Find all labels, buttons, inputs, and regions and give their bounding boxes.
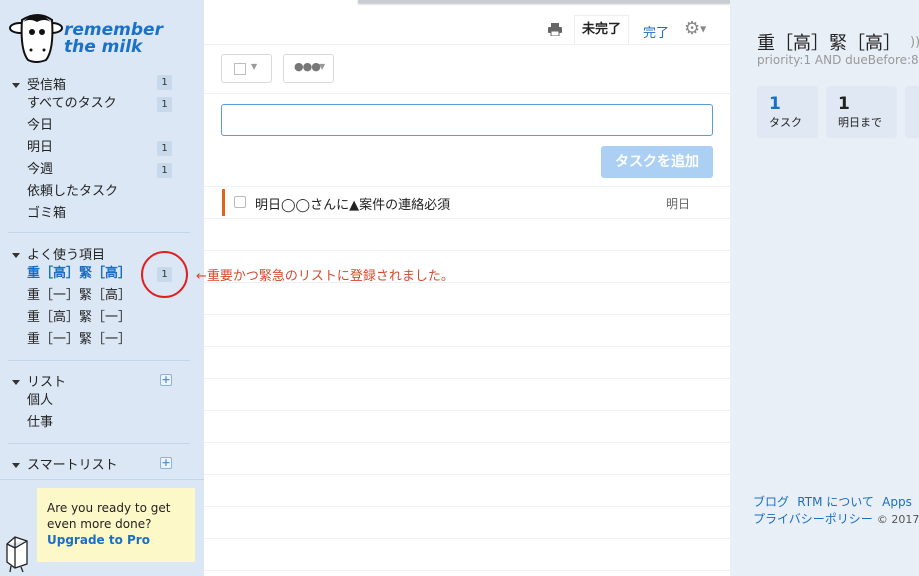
tab-incomplete[interactable]: 未完了 bbox=[574, 15, 629, 45]
print-icon[interactable] bbox=[548, 23, 562, 36]
top-bar bbox=[358, 0, 760, 3]
list-title: 重［高］緊［高］ bbox=[757, 33, 901, 54]
logo-text: remember the milk bbox=[64, 20, 163, 57]
sidebar-item-given[interactable]: 依頼したタスク bbox=[27, 184, 118, 200]
section-smart-lists[interactable]: スマートリスト bbox=[12, 454, 118, 473]
select-dropdown-button[interactable]: ▼ bbox=[221, 54, 272, 83]
count-badge: 1 bbox=[157, 163, 172, 178]
annotation-circle bbox=[141, 251, 188, 298]
priority-bar bbox=[222, 189, 225, 216]
copyright: © 2017 bbox=[876, 513, 919, 526]
checkbox-icon bbox=[234, 63, 246, 75]
count-badge: 1 bbox=[157, 97, 172, 112]
row-divider bbox=[204, 346, 730, 347]
collapse-icon bbox=[12, 463, 20, 468]
collapse-icon bbox=[12, 253, 20, 258]
promo-text: even more done? bbox=[47, 517, 152, 531]
promo-text: Are you ready to get bbox=[47, 501, 171, 515]
more-icon: ●●● bbox=[294, 60, 321, 73]
settings-gear-icon[interactable]: ⚙▼ bbox=[684, 18, 706, 39]
blog-link[interactable]: ブログ bbox=[753, 495, 789, 509]
apps-link[interactable]: Apps bbox=[882, 495, 912, 509]
row-divider bbox=[204, 442, 730, 443]
tab-completed[interactable]: 完了 bbox=[643, 22, 669, 41]
privacy-link[interactable]: プライバシーポリシー bbox=[753, 512, 873, 526]
stat-label: 明日まで bbox=[838, 116, 882, 129]
row-divider bbox=[204, 410, 730, 411]
list-details-panel: 重［高］緊［高］ )) priority:1 AND dueBefore:8c … bbox=[730, 0, 919, 576]
row-divider bbox=[204, 314, 730, 315]
stat-card[interactable] bbox=[905, 86, 919, 138]
sidebar-item-favorite[interactable]: 重［一］緊［高］ bbox=[27, 288, 131, 304]
task-title[interactable]: 明日◯◯さんに▲案件の連絡必須 bbox=[255, 194, 450, 213]
more-actions-button[interactable]: ●●● ▼ bbox=[283, 54, 334, 83]
add-task-button[interactable]: タスクを追加 bbox=[601, 146, 713, 178]
divider bbox=[204, 93, 730, 94]
divider bbox=[0, 479, 204, 480]
annotation-note: ←重要かつ緊急のリストに登録されました。 bbox=[196, 269, 454, 284]
divider bbox=[8, 443, 190, 444]
sidebar-item-favorite[interactable]: 重［高］緊［一］ bbox=[27, 310, 131, 326]
divider bbox=[8, 360, 190, 361]
section-favorites[interactable]: よく使う項目 bbox=[12, 244, 105, 263]
sidebar-item-list[interactable]: 個人 bbox=[27, 393, 53, 409]
list-query: priority:1 AND dueBefore:8c bbox=[757, 53, 919, 67]
footer-links: ブログ RTM について Apps プライバシーポリシー © 2017 bbox=[753, 493, 919, 527]
task-due: 明日 bbox=[666, 197, 691, 211]
row-divider bbox=[204, 218, 730, 219]
task-checkbox[interactable] bbox=[234, 196, 246, 208]
sidebar-item-this-week[interactable]: 今週 bbox=[27, 162, 53, 178]
add-smart-list-button[interactable]: + bbox=[160, 457, 172, 469]
section-lists[interactable]: リスト bbox=[12, 371, 66, 390]
collapse-icon bbox=[12, 83, 20, 88]
sidebar-item-favorite[interactable]: 重［一］緊［一］ bbox=[27, 332, 131, 348]
count-badge: 1 bbox=[157, 75, 172, 90]
row-divider bbox=[204, 474, 730, 475]
sidebar-item-list[interactable]: 仕事 bbox=[27, 415, 53, 431]
divider bbox=[8, 232, 190, 233]
cow-logo-icon bbox=[9, 14, 63, 63]
stat-value: 1 bbox=[769, 94, 781, 114]
task-row[interactable]: 明日◯◯さんに▲案件の連絡必須 明日 bbox=[204, 187, 730, 218]
about-link[interactable]: RTM について bbox=[797, 495, 874, 509]
upgrade-link[interactable]: Upgrade to Pro bbox=[47, 533, 150, 547]
row-divider bbox=[204, 378, 730, 379]
chevron-down-icon: ▼ bbox=[319, 62, 326, 71]
sidebar-item-today[interactable]: 今日 bbox=[27, 118, 53, 134]
collapse-icon bbox=[12, 380, 20, 385]
row-divider bbox=[204, 570, 730, 571]
stat-card[interactable]: 1 タスク bbox=[757, 86, 818, 138]
rss-icon[interactable]: )) bbox=[910, 35, 919, 50]
section-inbox[interactable]: 受信箱 bbox=[12, 74, 66, 93]
upgrade-promo: Are you ready to get even more done? Upg… bbox=[37, 488, 195, 562]
chevron-down-icon: ▼ bbox=[251, 62, 258, 71]
add-list-button[interactable]: + bbox=[160, 374, 172, 386]
sidebar-item-tomorrow[interactable]: 明日 bbox=[27, 140, 53, 156]
divider bbox=[204, 44, 730, 45]
row-divider bbox=[204, 506, 730, 507]
milk-carton-icon bbox=[6, 536, 28, 573]
stat-label: タスク bbox=[769, 116, 802, 129]
count-badge: 1 bbox=[157, 141, 172, 156]
stat-card[interactable]: 1 明日まで bbox=[826, 86, 897, 138]
sidebar-item-trash[interactable]: ゴミ箱 bbox=[27, 206, 66, 222]
row-divider bbox=[204, 250, 730, 251]
task-list-panel: 未完了 完了 ⚙▼ ▼ ●●● ▼ タスクを追加 明日◯◯さんに▲案件の連絡必須… bbox=[204, 0, 730, 576]
stat-value: 1 bbox=[838, 94, 850, 114]
sidebar-item-favorite[interactable]: 重［高］緊［高］ bbox=[27, 266, 131, 282]
add-task-input[interactable] bbox=[221, 104, 713, 136]
row-divider bbox=[204, 538, 730, 539]
sidebar-item-all-tasks[interactable]: すべてのタスク bbox=[27, 96, 117, 112]
